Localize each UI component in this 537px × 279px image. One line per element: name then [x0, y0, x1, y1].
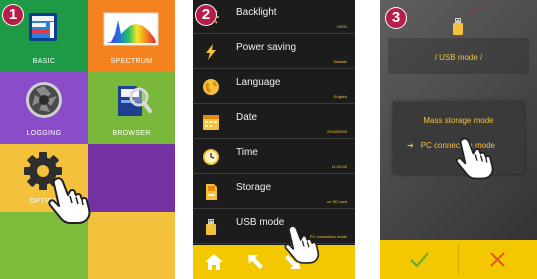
bottom-nav-bar	[193, 245, 355, 279]
menu-item-storage[interactable]: Storage on SD card	[193, 175, 355, 209]
empty-tile	[88, 212, 175, 279]
menu-item-power-saving[interactable]: Power saving Disable	[193, 35, 355, 69]
menu-item-label: USB mode	[236, 217, 285, 228]
step-badge-1: 1	[3, 5, 23, 25]
dashed-pointer-line	[463, 0, 491, 19]
menu-item-value: English	[333, 94, 347, 99]
usb-mode-screen: / USB mode / Mass storage mode ➔ PC conne…	[380, 0, 537, 279]
menu-item-date[interactable]: Date 2016/00/00	[193, 105, 355, 139]
menu-item-label: Language	[236, 77, 281, 88]
menu-item-label: Date	[236, 112, 258, 123]
browser-label: BROWSER	[112, 130, 151, 137]
spectrum-chart-icon	[103, 12, 159, 46]
usb-mode-title: / USB mode /	[434, 53, 483, 62]
menu-item-language[interactable]: Language English	[193, 70, 355, 104]
checkmark-icon[interactable]	[380, 240, 458, 279]
tutorial-figure: BASIC SPECTRUM LOGGING BROWSER OPTION 1 …	[0, 0, 537, 279]
sd-card-magnifier-icon	[118, 86, 152, 116]
cross-icon[interactable]	[459, 240, 537, 279]
option-menu-screen: Backlight 100% Power saving Disable Lang…	[193, 0, 355, 279]
menu-item-value: 100%	[336, 24, 347, 29]
lightning-icon	[206, 44, 216, 60]
option-label: Mass storage mode	[423, 116, 494, 125]
menu-item-label: Time	[236, 147, 258, 158]
back-arrow-icon[interactable]	[243, 250, 267, 274]
pointing-hand-icon	[48, 177, 91, 224]
menu-item-time[interactable]: Time 11:00:00	[193, 140, 355, 174]
browser-tile[interactable]: BROWSER	[88, 72, 175, 144]
calendar-icon	[203, 115, 219, 130]
step-badge-2: 2	[196, 5, 216, 25]
usb-icon	[206, 219, 216, 235]
basic-label: BASIC	[32, 58, 56, 65]
menu-item-label: Storage	[236, 182, 272, 193]
menu-item-label: Power saving	[236, 42, 297, 53]
menu-item-value: Disable	[333, 59, 347, 64]
sd-card-icon	[206, 184, 217, 200]
logging-tile[interactable]: LOGGING	[0, 72, 88, 144]
mass-storage-option[interactable]: Mass storage mode	[393, 116, 524, 125]
menu-item-value: on SD card	[326, 199, 347, 204]
logging-label: LOGGING	[26, 130, 62, 137]
camera-aperture-icon	[26, 82, 62, 118]
basic-mode-icon	[29, 13, 57, 41]
empty-tile	[88, 144, 175, 212]
globe-icon	[203, 79, 219, 95]
action-bar	[380, 240, 537, 279]
pointing-hand-icon	[284, 225, 320, 264]
pointing-hand-icon	[455, 137, 494, 180]
menu-item-label: Backlight	[236, 7, 277, 18]
usb-mode-header: / USB mode /	[388, 38, 529, 74]
home-menu-screen: BASIC SPECTRUM LOGGING BROWSER OPTION	[0, 0, 175, 279]
selected-arrow-icon: ➔	[407, 141, 414, 150]
spectrum-tile[interactable]: SPECTRUM	[88, 0, 175, 72]
step-badge-3: 3	[386, 8, 406, 28]
clock-icon	[203, 149, 219, 165]
home-icon[interactable]	[202, 250, 226, 274]
menu-item-value: 11:00:00	[331, 164, 347, 169]
usb-icon	[453, 18, 463, 35]
menu-item-backlight[interactable]: Backlight 100%	[193, 0, 355, 34]
spectrum-label: SPECTRUM	[110, 58, 153, 65]
menu-item-value: 2016/00/00	[326, 129, 347, 134]
menu-item-usb-mode[interactable]: USB mode PC connection mode	[193, 210, 355, 244]
